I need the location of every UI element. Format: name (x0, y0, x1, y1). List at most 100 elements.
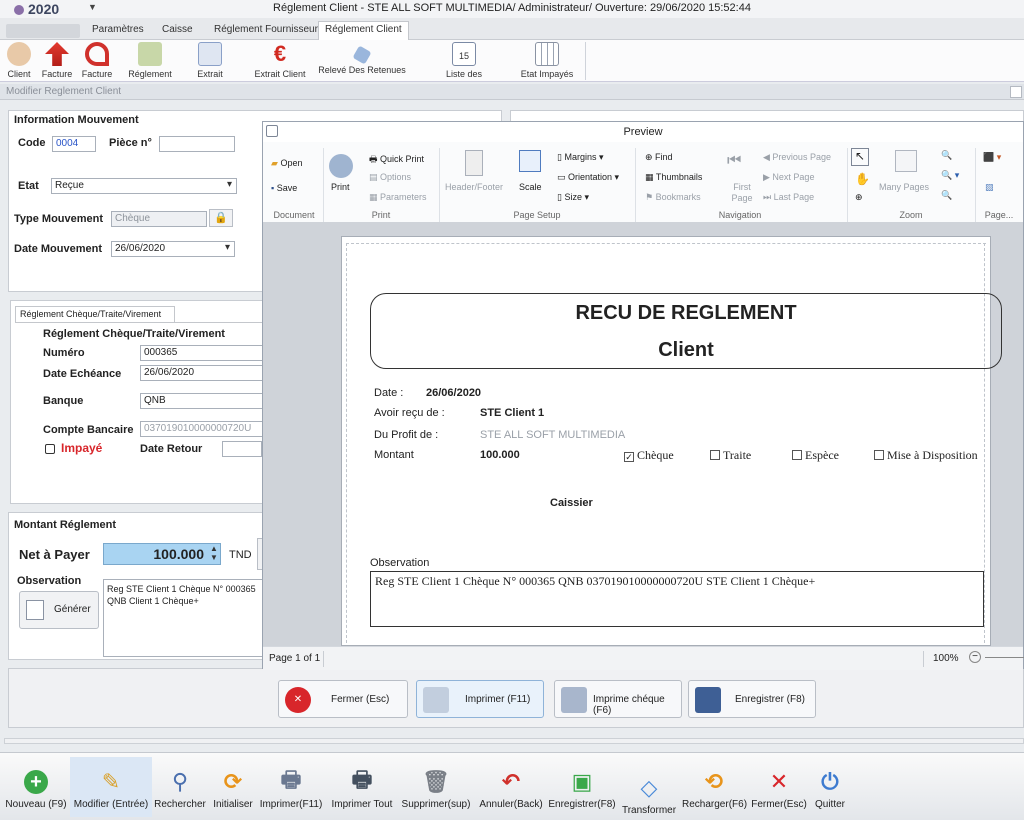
margins-button[interactable]: ▯ Margins ▾ (557, 152, 604, 163)
save-button[interactable]: ▪ Save (271, 183, 297, 193)
group-page: Page... (984, 210, 1014, 220)
echeance-input[interactable]: 26/06/2020 (140, 365, 270, 381)
euro-icon: € (273, 41, 287, 66)
annuler-button[interactable]: ↶ Annuler(Back) (478, 769, 544, 810)
rechercher-button[interactable]: ⚲ Rechercher (154, 769, 206, 810)
modifier-button[interactable]: ✎ Modifier (Entrée) (70, 757, 152, 817)
status-separator (323, 651, 324, 667)
code-input[interactable]: 0004 (52, 136, 96, 152)
tab-cheque[interactable]: Réglement Chèque/Traite/Virement (15, 306, 175, 323)
horizontal-scrollbar[interactable] (4, 738, 1024, 744)
preview-canvas[interactable]: RECU DE REGLEMENT Client Date : 26/06/20… (263, 222, 1023, 646)
zoom-minus-button[interactable]: − (969, 651, 981, 663)
numero-input[interactable]: 000365 (140, 345, 270, 361)
receipt-opt-cheque: ✓ Chèque (624, 448, 674, 462)
observation-label: Observation (17, 575, 82, 587)
search-icon: ⚲ (171, 769, 189, 794)
nouveau-button[interactable]: + Nouveau (F9) (4, 769, 68, 810)
orientation-button[interactable]: ▭ Orientation ▾ (557, 172, 619, 183)
type-mouvement-input: Chèque (111, 211, 207, 227)
quitter-button[interactable]: ⏻ Quitter (810, 769, 850, 810)
date-retour-input[interactable] (222, 441, 262, 457)
tab-reglement-fournisseur[interactable]: Réglement Fournisseur (208, 22, 324, 40)
banque-input[interactable]: QNB (140, 393, 270, 409)
ribbon-facture2-button[interactable]: Facture (80, 42, 114, 79)
montant-group: Montant Réglement Net à Payer 100.000 ▲ ▼… (8, 512, 265, 660)
panel-restore-button[interactable] (1010, 86, 1022, 98)
piece-input[interactable] (159, 136, 235, 152)
ribbon-reglement-button[interactable]: Réglement (124, 42, 176, 79)
close-circle-icon: ✕ (285, 687, 311, 713)
pointer-icon[interactable]: ↖ (851, 148, 869, 166)
print-button[interactable]: Print (331, 182, 350, 192)
document-check-icon (198, 42, 222, 66)
undo-icon: ↶ (501, 769, 521, 794)
currency-label: TND (229, 549, 252, 561)
ribbon-extrait-button[interactable]: Extrait (190, 42, 230, 79)
ribbon-releve-retenues-button[interactable]: Relevé Des Retenues (314, 42, 410, 75)
thumbnails-button[interactable]: ▦ Thumbnails (645, 172, 702, 183)
generer-button[interactable]: Générer (19, 591, 99, 629)
net-spinner-icon[interactable]: ▲ ▼ (210, 544, 218, 562)
client-icon (7, 42, 31, 66)
zoom-tool-icon[interactable]: ⊕ (855, 192, 863, 203)
date-mouvement-select[interactable]: 26/06/2020 (111, 241, 235, 257)
impaye-checkbox[interactable] (45, 444, 55, 454)
observation-textarea[interactable]: Reg STE Client 1 Chèque N° 000365 QNB Cl… (103, 579, 263, 657)
tab-caisse[interactable]: Caisse (156, 22, 199, 40)
enregistrer-toolbar-button[interactable]: ▣ Enregistrer(F8) (548, 769, 616, 810)
receipt-obs-box: Reg STE Client 1 Chèque N° 000365 QNB 03… (370, 571, 984, 627)
ribbon-liste-button[interactable]: 15 Liste des (440, 42, 488, 79)
zoom-dropdown-icon[interactable]: 🔍 ▾ (941, 170, 959, 181)
group-print: Print (371, 210, 391, 220)
etat-select[interactable]: Reçue (51, 178, 237, 194)
last-page-button: ⏭ Last Page (763, 192, 815, 202)
hand-icon[interactable]: ✋ (855, 172, 870, 186)
page-color-icon[interactable]: ⬛ ▾ (983, 152, 1001, 163)
tab-parametres[interactable]: Paramètres (86, 22, 150, 40)
zoom-out-icon[interactable]: 🔍 (941, 150, 952, 161)
receipt-caissier: Caissier (550, 497, 593, 509)
reload-icon: ⟲ (704, 769, 724, 794)
receipt-profit-label: Du Profit de : (374, 429, 439, 441)
receipt-title-box: RECU DE REGLEMENT Client (370, 293, 1002, 369)
compte-input[interactable]: 037019010000000720U (140, 421, 270, 437)
size-button[interactable]: ▯ Size ▾ (557, 192, 589, 203)
supprimer-button[interactable]: 🗑 Supprimer(sup) (400, 769, 472, 810)
ribbon-etat-impayes-button[interactable]: Etat Impayés (518, 42, 576, 79)
scale-button[interactable]: Scale (519, 182, 542, 192)
report-page: RECU DE REGLEMENT Client Date : 26/06/20… (341, 236, 1002, 646)
first-page-icon: ⏮ (727, 152, 742, 169)
zoom-in-icon[interactable]: 🔍 (941, 190, 952, 201)
ribbon-client-button[interactable]: Client (4, 42, 34, 79)
printer-icon (561, 687, 587, 713)
receipt-obs-label: Observation (370, 557, 430, 569)
header-footer-button: Header/Footer (445, 182, 504, 192)
numero-label: Numéro (43, 347, 85, 359)
fermer-toolbar-button[interactable]: ✕ Fermer(Esc) (750, 769, 808, 810)
recharger-button[interactable]: ⟲ Recharger(F6) (682, 769, 747, 810)
initialiser-button[interactable]: ⟳ Initialiser (210, 769, 256, 810)
trash-icon: 🗑 (422, 769, 450, 794)
imprime-cheque-button[interactable]: Imprime chéque (F6) (554, 680, 682, 718)
transformer-button[interactable]: ◇ Transformer (620, 775, 678, 816)
net-label: Net à Payer (19, 547, 90, 562)
close-icon: ✕ (769, 769, 789, 794)
imprimer-button[interactable]: Imprimer (F11) (416, 680, 544, 718)
tab-reglement-client[interactable]: Réglement Client (318, 21, 409, 41)
find-button[interactable]: ⊕ Find (645, 152, 673, 163)
enregistrer-button[interactable]: Enregistrer (F8) (688, 680, 816, 718)
open-button[interactable]: ▰ Open (271, 158, 302, 169)
net-input[interactable]: 100.000 (103, 543, 221, 565)
imprimer-toolbar-button[interactable]: 🖶 Imprimer(F11) (258, 767, 324, 810)
fermer-button[interactable]: ✕ Fermer (Esc) (278, 680, 408, 718)
watermark-icon[interactable]: ▧ (985, 182, 994, 193)
zoom-slider[interactable] (985, 657, 1024, 658)
ribbon-facture-button[interactable]: Facture (40, 42, 74, 79)
ribbon-extrait-client-button[interactable]: € Extrait Client (248, 41, 312, 80)
lock-icon[interactable]: 🔒 (209, 209, 233, 227)
montant-header: Montant Réglement (14, 519, 117, 531)
checkbox-checked-icon: ✓ (624, 452, 634, 462)
imprimer-tout-button[interactable]: 🖶 Imprimer Tout (328, 767, 396, 810)
quick-print-button[interactable]: 🖶 Quick Print (369, 152, 424, 168)
